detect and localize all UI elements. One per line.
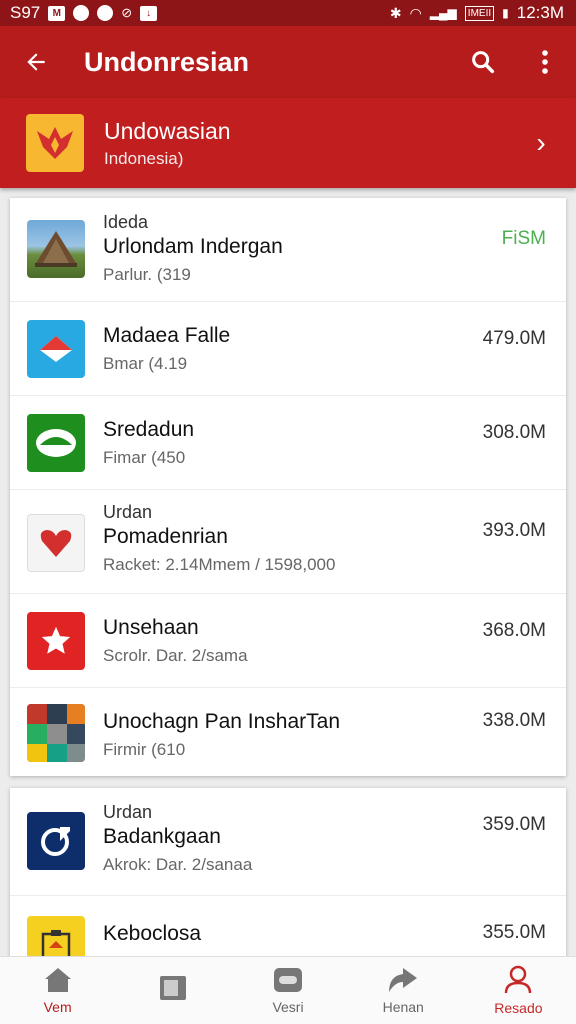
app-size: FiSM bbox=[501, 228, 546, 249]
app-meta: Parlur. (319 bbox=[103, 265, 191, 284]
more-options-button[interactable] bbox=[514, 26, 576, 98]
battery-icon: ▮ bbox=[502, 6, 509, 20]
status-left: S97 M ⊘ ↓ bbox=[10, 3, 158, 23]
list-item[interactable]: Urdan Badankgaan Akrok: Dar. 2/sanaa 359… bbox=[10, 788, 566, 896]
status-left-text: S97 bbox=[10, 3, 41, 22]
app-name: Pomadenrian bbox=[103, 525, 228, 548]
app-name: Unochagn Pan InsharTan bbox=[103, 710, 340, 733]
app-size: 359.0M bbox=[482, 814, 546, 835]
app-name: Sredadun bbox=[103, 418, 195, 441]
sync-icon bbox=[97, 5, 114, 21]
app-icon-green bbox=[27, 414, 85, 472]
page-title: Undonresian bbox=[84, 46, 250, 77]
app-meta: Scrolr. Dar. 2/sama bbox=[103, 646, 248, 665]
app-icon-collage bbox=[27, 704, 85, 762]
bottom-navigation: Vem Vesri Henan Resado bbox=[0, 956, 576, 1024]
bluetooth-icon: ✱ bbox=[389, 4, 402, 21]
featured-app-subtitle: Indonesia) bbox=[104, 148, 184, 168]
app-name: Unsehaan bbox=[103, 616, 199, 639]
app-name: Badankgaan bbox=[103, 825, 221, 848]
app-meta: Bmar (4.19 bbox=[103, 354, 188, 373]
list-item[interactable]: Unochagn Pan InsharTan Firmir (610 338.0… bbox=[10, 688, 566, 776]
app-size: 355.0M bbox=[482, 922, 546, 943]
nav-item-messages[interactable]: Vesri bbox=[230, 957, 345, 1024]
app-meta: Akrok: Dar. 2/sanaa bbox=[103, 855, 253, 874]
back-button[interactable] bbox=[0, 49, 72, 75]
nav-label: Vesri bbox=[272, 999, 304, 1015]
nav-label: Resado bbox=[494, 1000, 543, 1016]
search-button[interactable] bbox=[452, 26, 514, 98]
share-icon bbox=[389, 968, 418, 992]
app-size: 393.0M bbox=[482, 520, 546, 541]
garuda-logo-icon bbox=[37, 127, 73, 159]
list-item[interactable]: Urdan Pomadenrian Racket: 2.14Mmem / 159… bbox=[10, 490, 566, 594]
status-bar: S97 M ⊘ ↓ ✱ ◠ ▂▄▆ IMEII ▮ 12:3M bbox=[0, 0, 576, 26]
app-icon-yellow bbox=[27, 916, 85, 958]
app-icon-landmark bbox=[27, 220, 85, 278]
app-meta: Firmir (610 bbox=[103, 740, 186, 759]
person-icon bbox=[505, 965, 532, 994]
app-category: Urdan bbox=[103, 802, 153, 822]
app-category: Ideda bbox=[103, 212, 149, 232]
app-category: Urdan bbox=[103, 502, 153, 522]
app-icon-edit bbox=[27, 812, 85, 870]
message-icon bbox=[274, 968, 302, 992]
download-icon: ↓ bbox=[140, 5, 158, 21]
arrow-left-icon bbox=[27, 53, 45, 71]
app-name: Madaea Falle bbox=[103, 324, 231, 347]
list-item[interactable]: Sredadun Fimar (450 308.0M bbox=[10, 396, 566, 490]
alarm-icon: ⊘ bbox=[121, 5, 133, 20]
mail-icon: M bbox=[48, 5, 66, 21]
wifi-icon: ◠ bbox=[409, 4, 422, 21]
app-list-card-2: Urdan Badankgaan Akrok: Dar. 2/sanaa 359… bbox=[10, 788, 566, 958]
app-list-card: Ideda Urlondam Indergan Parlur. (319 FiS… bbox=[10, 198, 566, 776]
app-name: Keboclosa bbox=[103, 922, 202, 945]
nav-label: Vem bbox=[43, 999, 72, 1015]
status-right: ✱ ◠ ▂▄▆ IMEII ▮ 12:3M bbox=[390, 3, 564, 23]
app-icon-heart bbox=[27, 514, 85, 572]
chevron-right-icon: › bbox=[536, 127, 546, 158]
battery-indicator: IMEII bbox=[464, 5, 495, 21]
app-size: 368.0M bbox=[482, 620, 546, 641]
nav-item-home[interactable]: Vem bbox=[0, 957, 115, 1024]
list-item[interactable]: Keboclosa 355.0M bbox=[10, 896, 566, 958]
more-vert-icon bbox=[542, 50, 548, 74]
featured-app-banner[interactable]: Undowasian Indonesia) › bbox=[0, 98, 576, 188]
list-item[interactable]: Madaea Falle Bmar (4.19 479.0M bbox=[10, 302, 566, 396]
nav-label: Henan bbox=[382, 999, 424, 1015]
app-meta: Fimar (450 bbox=[103, 448, 186, 467]
app-bar: Undonresian bbox=[0, 26, 576, 98]
featured-app-text: Undowasian Indonesia) bbox=[84, 118, 506, 169]
notification-icon bbox=[73, 5, 90, 21]
app-size: 338.0M bbox=[482, 710, 546, 731]
status-time: 12:3M bbox=[516, 3, 564, 22]
app-name: Urlondam Indergan bbox=[103, 235, 283, 258]
nav-item-library[interactable] bbox=[115, 957, 230, 1024]
list-item[interactable]: Unsehaan Scrolr. Dar. 2/sama 368.0M bbox=[10, 594, 566, 688]
list-item[interactable]: Ideda Urlondam Indergan Parlur. (319 FiS… bbox=[10, 198, 566, 302]
library-icon bbox=[159, 976, 186, 1000]
featured-app-logo bbox=[26, 114, 84, 172]
featured-app-name: Undowasian bbox=[104, 117, 231, 144]
app-meta: Racket: 2.14Mmem / 1598,000 bbox=[103, 555, 336, 574]
search-icon bbox=[472, 51, 495, 74]
nav-item-profile[interactable]: Resado bbox=[461, 957, 576, 1024]
app-size: 479.0M bbox=[482, 328, 546, 349]
app-icon-flag bbox=[27, 320, 85, 378]
app-icon-star bbox=[27, 612, 85, 670]
signal-icon: ▂▄▆ bbox=[429, 6, 457, 20]
nav-item-share[interactable]: Henan bbox=[346, 957, 461, 1024]
app-size: 308.0M bbox=[482, 422, 546, 443]
home-icon bbox=[44, 968, 71, 992]
